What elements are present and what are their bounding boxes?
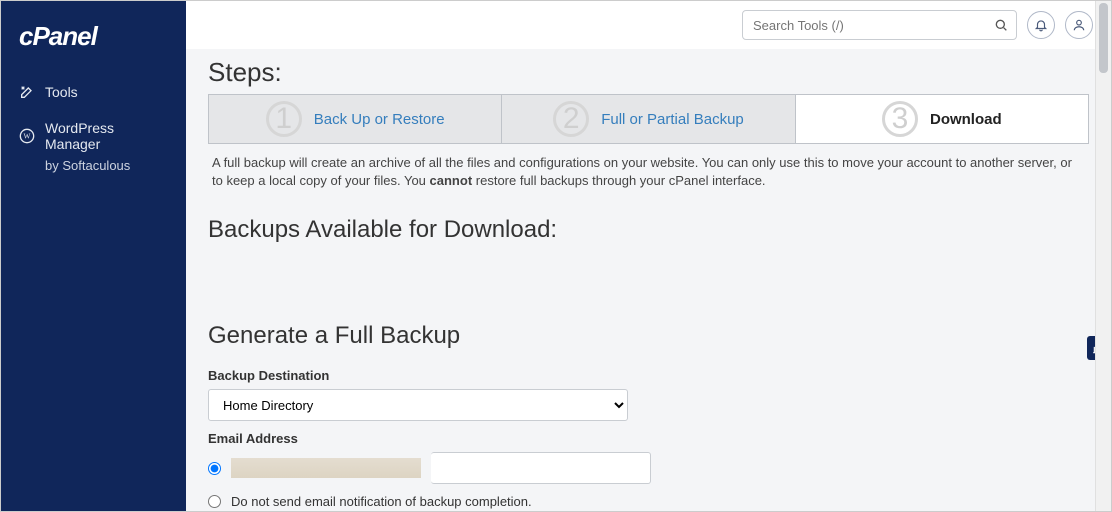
sidebar-item-tools[interactable]: Tools — [1, 74, 186, 110]
step-backup-restore[interactable]: 1 Back Up or Restore — [209, 95, 502, 143]
wordpress-icon: W — [19, 128, 35, 144]
backups-available-heading: Backups Available for Download: — [208, 196, 1089, 252]
step-number: 1 — [266, 101, 302, 137]
description-text: A full backup will create an archive of … — [208, 144, 1089, 196]
backup-destination-select[interactable]: Home Directory — [208, 389, 628, 421]
step-number: 3 — [882, 101, 918, 137]
main-content: Steps: 1 Back Up or Restore 2 Full or Pa… — [186, 1, 1111, 511]
no-email-notify-radio[interactable] — [208, 495, 221, 508]
no-email-label: Do not send email notification of backup… — [231, 494, 532, 509]
step-label: Back Up or Restore — [314, 111, 445, 128]
steps-row: 1 Back Up or Restore 2 Full or Partial B… — [208, 94, 1089, 144]
tools-icon — [19, 84, 35, 100]
sidebar-item-wordpress-manager[interactable]: W WordPress Manager — [1, 110, 186, 154]
topbar — [186, 1, 1111, 49]
generate-full-backup-heading: Generate a Full Backup — [208, 252, 1089, 358]
page-scrollbar[interactable] — [1095, 1, 1111, 511]
bell-icon — [1034, 18, 1048, 32]
steps-heading: Steps: — [208, 49, 1089, 94]
user-icon — [1072, 18, 1086, 32]
svg-text:W: W — [24, 132, 31, 141]
sidebar: cPanel Tools W WordPress Manager by Soft… — [1, 1, 186, 511]
email-address-label: Email Address — [208, 431, 1089, 446]
scrollbar-thumb[interactable] — [1099, 3, 1108, 73]
sidebar-item-label: WordPress Manager — [45, 120, 168, 152]
step-full-partial[interactable]: 2 Full or Partial Backup — [502, 95, 795, 143]
step-download[interactable]: 3 Download — [796, 95, 1088, 143]
user-button[interactable] — [1065, 11, 1093, 39]
email-notify-radio[interactable] — [208, 462, 221, 475]
search-wrap — [742, 10, 1017, 40]
step-label: Download — [930, 111, 1002, 128]
notifications-button[interactable] — [1027, 11, 1055, 39]
sidebar-item-sub: by Softaculous — [1, 154, 186, 183]
step-number: 2 — [553, 101, 589, 137]
email-input[interactable] — [431, 452, 651, 484]
search-input[interactable] — [742, 10, 1017, 40]
email-redacted — [231, 458, 421, 478]
cpanel-logo: cPanel — [1, 11, 186, 74]
search-icon — [993, 17, 1009, 33]
backup-destination-label: Backup Destination — [208, 368, 1089, 383]
step-label: Full or Partial Backup — [601, 111, 744, 128]
sidebar-item-label: Tools — [45, 84, 78, 100]
